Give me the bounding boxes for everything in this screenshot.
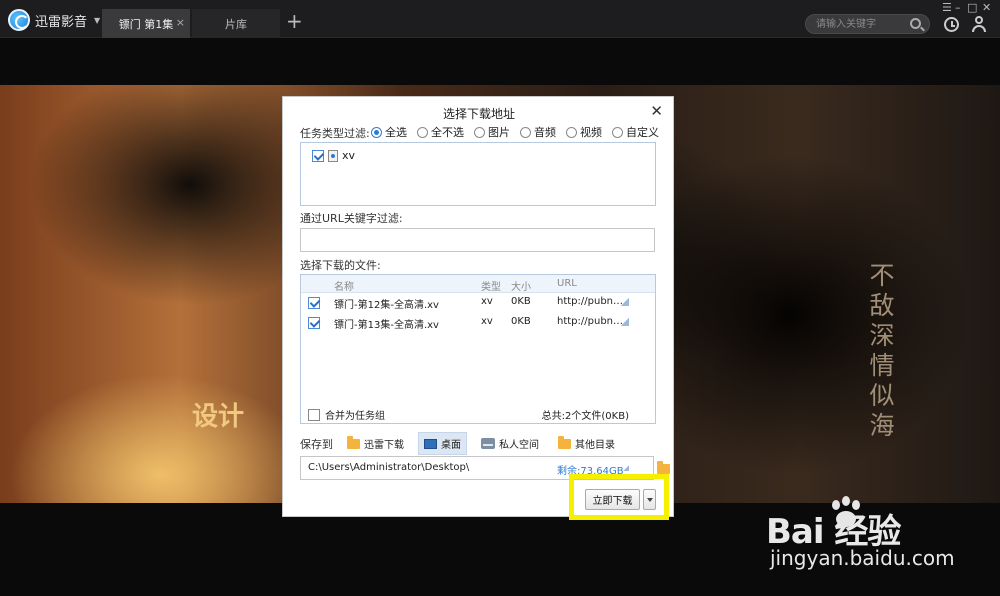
merge-task-group[interactable]: 合并为任务组 [308,407,385,422]
search-box[interactable] [805,14,930,34]
tab-label: 片库 [225,17,247,31]
tab-episode-1[interactable]: 镖门 第1集 × [102,9,190,38]
column-size[interactable]: 大小 [511,278,531,293]
checkbox[interactable] [312,149,324,162]
location-desktop[interactable]: 桌面 [418,432,467,455]
radio-icon [566,126,577,138]
checkbox[interactable] [308,408,320,421]
user-icon[interactable] [971,16,987,32]
radio-icon [520,126,531,138]
column-url[interactable]: URL [557,278,577,289]
history-clock-icon[interactable] [944,17,959,32]
column-name[interactable]: 名称 [334,278,354,293]
location-other-folder[interactable]: 其他目录 [553,433,620,454]
add-tab-button[interactable]: + [286,9,303,33]
radio-icon [417,126,428,138]
search-icon[interactable] [910,18,921,29]
save-to-label: 保存到 [300,437,333,451]
close-window-button[interactable]: ✕ [982,2,991,13]
download-location-dialog: 选择下载地址 ✕ 任务类型过滤: 全选 全不选 图片 音频 视频 自定义 xv … [282,96,674,517]
file-type-icon [328,149,338,162]
location-private-space[interactable]: 私人空间 [476,433,544,454]
radio-select-all[interactable]: 全选 [371,124,407,140]
menu-icon[interactable]: ☰ [942,2,952,13]
title-bar: 迅雷影音 ▼ 镖门 第1集 × 片库 + ☰ – □ ✕ [0,0,1000,38]
video-overlay-text: 设计 [192,402,245,432]
file-row[interactable]: 镖门-第12集-全高清.xv xv 0KB http://pubn… [301,293,655,313]
type-filter-label: 任务类型过滤: [300,127,370,140]
save-path: C:\Users\Administrator\Desktop\ [308,462,470,473]
tab-close-icon[interactable]: × [176,16,185,29]
app-name: 迅雷影音 [35,14,88,30]
folder-icon [657,461,670,474]
signal-icon [621,298,629,306]
nas-icon [481,438,495,449]
location-thunder-downloads[interactable]: 迅雷下载 [342,433,409,454]
dialog-title: 选择下载地址 [442,107,515,121]
caret-down-icon: ▼ [94,15,101,25]
file-list-header: 名称 类型 大小 URL [301,275,655,293]
tab-library[interactable]: 片库 [192,9,280,38]
radio-audio[interactable]: 音频 [520,124,556,140]
signal-icon [621,318,629,326]
type-filter-options: 全选 全不选 图片 音频 视频 自定义 [371,124,659,140]
checkbox[interactable] [308,297,320,309]
radio-icon [371,126,382,138]
baidu-paw-icon [828,496,864,532]
radio-icon [612,126,623,138]
poem-text: 不 敌 深 情 似 海 [869,261,895,440]
app-logo-menu[interactable]: 迅雷影音 ▼ [8,9,100,31]
folder-icon [558,435,571,449]
file-row[interactable]: 镖门-第13集-全高清.xv xv 0KB http://pubn… [301,313,655,333]
watermark-url: jingyan.baidu.com [770,546,955,570]
dropdown-arrow-icon[interactable] [623,465,629,471]
thunder-logo-icon [8,9,30,31]
minimize-button[interactable]: – [955,2,961,13]
radio-icon [474,126,485,138]
baidu-watermark: Bai 经验 jingyan.baidu.com [766,490,986,580]
column-type[interactable]: 类型 [481,278,501,293]
folder-icon [347,435,360,449]
type-item-xv[interactable]: xv [312,149,355,162]
player-window: 迅雷影音 ▼ 镖门 第1集 × 片库 + ☰ – □ ✕ 不 敌 深 情 似 海 [0,0,1000,596]
total-files: 总共:2个文件(0KB) [541,411,629,422]
highlight-box [569,474,669,520]
file-list: 名称 类型 大小 URL 镖门-第12集-全高清.xv xv 0KB http:… [300,274,656,424]
url-filter-input[interactable] [300,228,655,252]
dialog-close-icon[interactable]: ✕ [650,102,663,120]
radio-custom[interactable]: 自定义 [612,124,659,140]
search-input[interactable] [816,17,911,31]
save-location-row: 保存到 迅雷下载 桌面 私人空间 其他目录 [300,432,620,455]
url-filter-label: 通过URL关键字过滤: [300,212,403,225]
desktop-icon [424,438,437,449]
tab-label: 镖门 第1集 [118,17,174,31]
radio-video[interactable]: 视频 [566,124,602,140]
radio-images[interactable]: 图片 [474,124,510,140]
radio-select-none[interactable]: 全不选 [417,124,464,140]
maximize-button[interactable]: □ [967,2,977,13]
checkbox[interactable] [308,317,320,329]
type-list: xv [300,142,656,206]
files-label: 选择下载的文件: [300,259,381,272]
